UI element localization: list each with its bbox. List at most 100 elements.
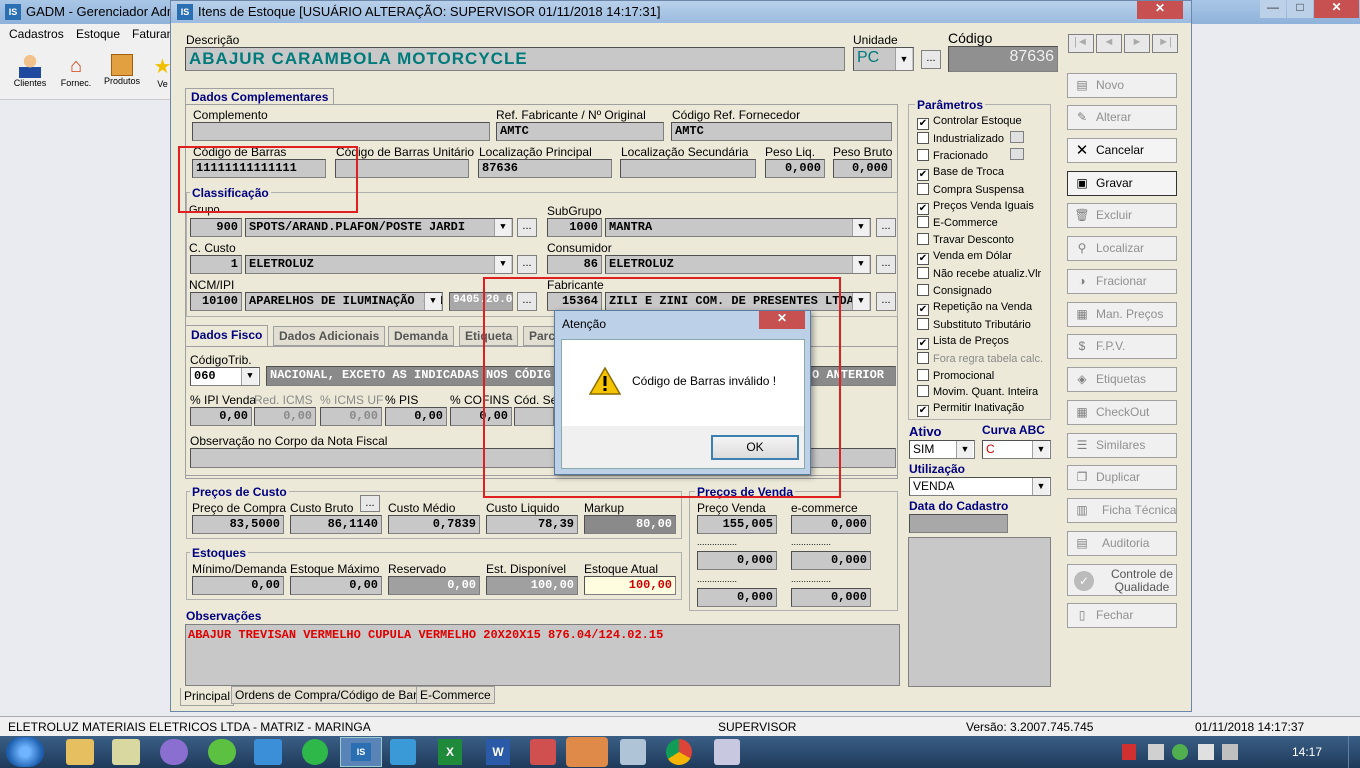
param-checkbox[interactable]: Consignado [917,284,992,300]
menu-faturamento[interactable]: Faturan [132,27,173,41]
utilizacao-select[interactable]: VENDA ▼ [909,477,1051,496]
similares-button[interactable]: ☰ Similares [1067,433,1177,458]
param-checkbox[interactable]: ✔ Permitir Inativação [917,402,1024,418]
app12-taskbar-icon[interactable] [620,739,646,765]
toolbar-fornec[interactable]: ⌂ Fornec. [56,54,96,98]
complemento-field[interactable] [192,122,490,141]
app14-taskbar-icon[interactable] [714,739,740,765]
param-checkbox[interactable]: ✔ Lista de Preços [917,335,1009,351]
codigo-field[interactable]: 87636 [948,46,1058,72]
novo-button[interactable]: ▤ Novo [1067,73,1177,98]
preco-5-field[interactable]: 0,000 [791,588,871,607]
toolbar-clientes[interactable]: Clientes [10,54,50,98]
ref-fabricante-field[interactable]: AMTC [496,122,664,141]
tray-volume-icon[interactable] [1222,744,1238,760]
markup-field[interactable]: 80,00 [584,515,676,534]
ecommerce-price-field[interactable]: 0,000 [791,515,871,534]
descricao-field[interactable]: ABAJUR CARAMBOLA MOTORCYCLE [185,47,845,71]
estoque-atual-field[interactable]: 100,00 [584,576,676,595]
tray-flag-icon[interactable] [1122,744,1136,760]
peso-liq-field[interactable]: 0,000 [765,159,825,178]
man-precos-button[interactable]: ▦ Man. Preços [1067,302,1177,327]
preco-compra-field[interactable]: 83,5000 [192,515,284,534]
custo-medio-field[interactable]: 0,7839 [388,515,480,534]
preco-3-field[interactable]: 0,000 [791,551,871,570]
start-button[interactable] [6,737,44,767]
custo-bruto-field[interactable]: 86,1140 [290,515,382,534]
app5-taskbar-icon[interactable] [254,739,282,765]
app4-taskbar-icon[interactable] [208,739,236,765]
etiquetas-button[interactable]: ◈ Etiquetas [1067,367,1177,392]
controle-qualidade-button[interactable]: ✓ Controle de Qualidade [1067,564,1177,596]
tab-demanda[interactable]: Demanda [388,326,455,346]
unidade-select[interactable]: PC ▼ [853,47,914,71]
param-checkbox[interactable]: Movim. Quant. Inteira [917,385,1038,401]
localizacao-secundaria-field[interactable] [620,159,756,178]
menu-cadastros[interactable]: Cadastros [9,27,64,41]
excluir-button[interactable]: 🗑 Excluir [1067,203,1177,228]
subgrupo-code-field[interactable]: 1000 [547,218,602,237]
explorer-taskbar-icon[interactable] [66,739,94,765]
app7-taskbar-icon[interactable] [390,739,416,765]
fracionar-button[interactable]: ◑ Fracionar [1067,269,1177,294]
tab-ordens-compra[interactable]: Ordens de Compra/Código de Barras [231,686,438,704]
grupo-code-field[interactable]: 900 [190,218,242,237]
grupo-lookup-button[interactable]: ... [517,218,537,237]
unidade-lookup-button[interactable]: ... [921,50,941,69]
param-checkbox[interactable]: Compra Suspensa [917,182,1024,199]
fabricante-lookup-button[interactable]: ... [876,292,896,311]
grupo-select[interactable]: SPOTS/ARAND.PLAFON/POSTE JARDI ▼ [245,218,513,237]
app3-taskbar-icon[interactable] [160,739,188,765]
param-checkbox[interactable]: Não recebe atualiz.Vlr [917,267,1041,283]
ficha-tecnica-button[interactable]: ▥ Ficha Técnica [1067,498,1177,523]
tab-principal[interactable]: Principal [180,688,235,706]
whatsapp-taskbar-icon[interactable] [302,739,328,765]
taskbar-clock[interactable]: 14:17 [1292,745,1322,759]
consumidor-select[interactable]: ELETROLUZ ▼ [605,255,871,274]
fpv-button[interactable]: $ F.P.V. [1067,334,1177,359]
industrializado-extra-button[interactable] [1010,131,1024,143]
preco-4-field[interactable]: 0,000 [697,588,777,607]
preco-2-field[interactable]: 0,000 [697,551,777,570]
ccusto-select[interactable]: ELETROLUZ ▼ [245,255,513,274]
excel-taskbar-icon[interactable]: X [438,739,462,765]
custo-bruto-lookup-button[interactable]: ... [360,495,380,512]
param-checkbox[interactable]: Fora regra tabela calc. [917,351,1043,368]
ccusto-lookup-button[interactable]: ... [517,255,537,274]
next-record-icon[interactable]: ► [1124,34,1150,53]
gadm-taskbar-icon[interactable]: IS [340,737,382,767]
observacoes-field[interactable]: ABAJUR TREVISAN VERMELHO CUPULA VERMELHO… [185,624,900,686]
custo-liquido-field[interactable]: 78,39 [486,515,578,534]
param-checkbox[interactable]: E-Commerce [917,216,998,232]
auditoria-button[interactable]: ▤ Auditoria [1067,531,1177,556]
dialog-close-button[interactable]: ✕ [1137,1,1183,19]
param-checkbox[interactable]: ✔ Preços Venda Iguais [917,200,1034,216]
cod-ref-fornecedor-field[interactable]: AMTC [671,122,892,141]
alterar-button[interactable]: ✎ Alterar [1067,105,1177,130]
param-checkbox[interactable]: Fracionado [917,148,988,165]
tab-ecommerce[interactable]: E-Commerce [416,686,495,704]
ncm-select[interactable]: APARELHOS DE ILUMINAÇÃO (INC ▼ [245,292,443,311]
param-checkbox[interactable]: ✔ Venda em Dólar [917,250,1012,266]
param-checkbox[interactable]: ✔ Base de Troca [917,166,1004,182]
localizar-button[interactable]: ⚲ Localizar [1067,236,1177,261]
ncm-code-field[interactable]: 10100 [190,292,242,311]
param-checkbox[interactable]: Substituto Tributário [917,317,1031,334]
tab-dados-adicionais[interactable]: Dados Adicionais [273,326,386,346]
close-window-button[interactable]: ✕ [1314,0,1359,18]
show-desktop-button[interactable] [1348,736,1360,768]
consumidor-lookup-button[interactable]: ... [876,255,896,274]
fracionado-extra-button[interactable] [1010,148,1024,160]
param-checkbox[interactable]: Industrializado [917,131,1004,148]
param-checkbox[interactable]: ✔ Controlar Estoque [917,115,1022,131]
param-checkbox[interactable]: Promocional [917,368,994,385]
duplicar-button[interactable]: ❐ Duplicar [1067,465,1177,490]
menu-estoque[interactable]: Estoque [76,27,120,41]
tray-network-icon[interactable] [1198,744,1214,760]
icms-uf-field[interactable]: 0,00 [320,407,382,426]
cancelar-button[interactable]: ✕ Cancelar [1067,138,1177,163]
first-record-icon[interactable]: |◄ [1068,34,1094,53]
tab-dados-fisco[interactable]: Dados Fisco [185,325,269,347]
consumidor-code-field[interactable]: 86 [547,255,602,274]
prev-record-icon[interactable]: ◄ [1096,34,1122,53]
